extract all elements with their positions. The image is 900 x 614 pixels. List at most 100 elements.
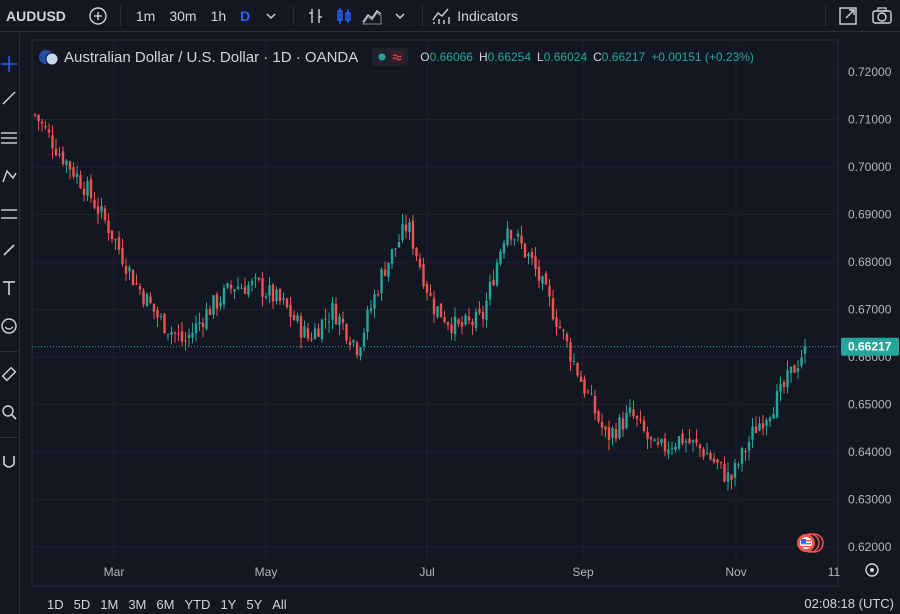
fullscreen-icon[interactable] bbox=[834, 2, 862, 30]
chevron-down-icon[interactable] bbox=[386, 2, 414, 30]
ruler-icon[interactable] bbox=[0, 365, 18, 383]
candle-body bbox=[611, 428, 614, 438]
magnet-icon[interactable] bbox=[0, 453, 18, 471]
candle-body bbox=[705, 453, 709, 455]
range-3m[interactable]: 3M bbox=[123, 597, 151, 612]
brush-icon[interactable] bbox=[0, 241, 18, 259]
market-status-badge[interactable] bbox=[372, 48, 409, 66]
candle-body bbox=[306, 328, 310, 339]
candle-body bbox=[243, 286, 247, 294]
fib-icon[interactable] bbox=[0, 129, 18, 147]
candle-body bbox=[184, 340, 187, 342]
candle-body bbox=[278, 289, 282, 301]
timeframe-d[interactable]: D bbox=[233, 8, 257, 24]
compare-add-icon[interactable] bbox=[84, 2, 112, 30]
candle-body bbox=[688, 438, 691, 444]
range-1m[interactable]: 1M bbox=[95, 597, 123, 612]
candle-body bbox=[352, 340, 355, 343]
trend-line-icon[interactable] bbox=[0, 89, 18, 107]
candle-body bbox=[726, 472, 730, 482]
candle-body bbox=[303, 326, 306, 338]
price-tick-label: 0.68000 bbox=[848, 255, 892, 269]
candle-body bbox=[506, 228, 509, 245]
candle-body bbox=[362, 332, 366, 347]
candle-body bbox=[93, 199, 96, 208]
timeframe-30m[interactable]: 30m bbox=[162, 8, 203, 24]
candle-body bbox=[597, 411, 600, 422]
candle-body bbox=[793, 365, 796, 373]
candle-body bbox=[257, 277, 261, 280]
chart-settings-icon[interactable] bbox=[865, 563, 879, 577]
candle-body bbox=[782, 382, 786, 387]
utc-clock[interactable]: 02:08:18 (UTC) bbox=[804, 596, 894, 611]
price-chart[interactable]: 0.72000 0.71000 0.70000 0.69000 0.68000 0.670… bbox=[0, 0, 900, 614]
candle-body bbox=[338, 316, 341, 326]
candle-body bbox=[404, 224, 408, 232]
candle-body bbox=[226, 283, 229, 288]
candle-body bbox=[275, 289, 278, 301]
candle-body bbox=[61, 151, 65, 165]
candle-body bbox=[201, 322, 205, 327]
camera-icon[interactable] bbox=[868, 2, 896, 30]
chart-legend: Australian Dollar / U.S. Dollar · 1D · O… bbox=[38, 46, 760, 68]
candle-body bbox=[240, 287, 243, 289]
timeframe-1m[interactable]: 1m bbox=[129, 8, 162, 24]
symbol-title[interactable]: Australian Dollar / U.S. Dollar · 1D · O… bbox=[64, 49, 358, 66]
candle-body bbox=[229, 284, 233, 289]
candle-body bbox=[51, 135, 54, 149]
candle-body bbox=[264, 296, 268, 298]
close-value: 0.66217 bbox=[601, 50, 646, 64]
low-value: 0.66024 bbox=[543, 50, 588, 64]
divider bbox=[0, 351, 18, 352]
chevron-down-icon[interactable] bbox=[257, 2, 285, 30]
candle-body bbox=[415, 247, 418, 257]
flag-icon bbox=[39, 50, 58, 66]
candle-body bbox=[565, 333, 569, 342]
candle-body bbox=[656, 442, 660, 445]
candle-body bbox=[86, 181, 89, 196]
range-all[interactable]: All bbox=[267, 597, 291, 612]
candle-body bbox=[569, 342, 572, 362]
candle-body bbox=[558, 326, 562, 329]
candle-body bbox=[681, 433, 684, 444]
prediction-icon[interactable] bbox=[0, 205, 18, 223]
candle-body bbox=[674, 446, 677, 450]
price-tick-label: 0.62000 bbox=[848, 540, 892, 554]
candle-body bbox=[212, 295, 215, 315]
open-value: 0.66066 bbox=[429, 50, 473, 64]
candle-body bbox=[233, 289, 236, 292]
range-6m[interactable]: 6M bbox=[151, 597, 179, 612]
area-chart-icon[interactable] bbox=[358, 2, 386, 30]
current-price-label: 0.66217 bbox=[848, 340, 892, 354]
bar-chart-icon[interactable] bbox=[302, 2, 330, 30]
candle-body bbox=[716, 459, 719, 463]
candle-body bbox=[488, 281, 492, 300]
candle-body bbox=[355, 342, 359, 356]
candle-body bbox=[121, 247, 124, 265]
pattern-icon[interactable] bbox=[0, 167, 18, 185]
candle-body bbox=[740, 448, 744, 464]
range-1d[interactable]: 1D bbox=[42, 597, 69, 612]
candle-body bbox=[527, 254, 530, 257]
time-axis[interactable]: Mar May Jul Sep Nov 11 bbox=[104, 565, 841, 579]
divider bbox=[0, 437, 18, 438]
events-marker[interactable] bbox=[797, 533, 824, 553]
candle-body bbox=[429, 293, 432, 296]
candle-body bbox=[478, 308, 481, 313]
price-axis[interactable]: 0.72000 0.71000 0.70000 0.69000 0.68000 0.670… bbox=[841, 65, 899, 554]
range-5y[interactable]: 5Y bbox=[241, 597, 267, 612]
zoom-icon[interactable] bbox=[0, 403, 18, 421]
range-1y[interactable]: 1Y bbox=[215, 597, 241, 612]
symbol-search[interactable]: AUDUSD bbox=[6, 8, 66, 24]
text-icon[interactable] bbox=[0, 279, 18, 297]
candle-body bbox=[131, 269, 135, 286]
crosshair-icon[interactable] bbox=[0, 55, 18, 73]
candle-body bbox=[299, 316, 303, 338]
emoji-icon[interactable] bbox=[0, 317, 18, 335]
range-5d[interactable]: 5D bbox=[69, 597, 96, 612]
indicators-button[interactable]: Indicators bbox=[431, 6, 518, 26]
candles-icon[interactable] bbox=[330, 2, 358, 30]
candle-body bbox=[667, 449, 670, 454]
range-ytd[interactable]: YTD bbox=[179, 597, 215, 612]
timeframe-1h[interactable]: 1h bbox=[204, 8, 234, 24]
